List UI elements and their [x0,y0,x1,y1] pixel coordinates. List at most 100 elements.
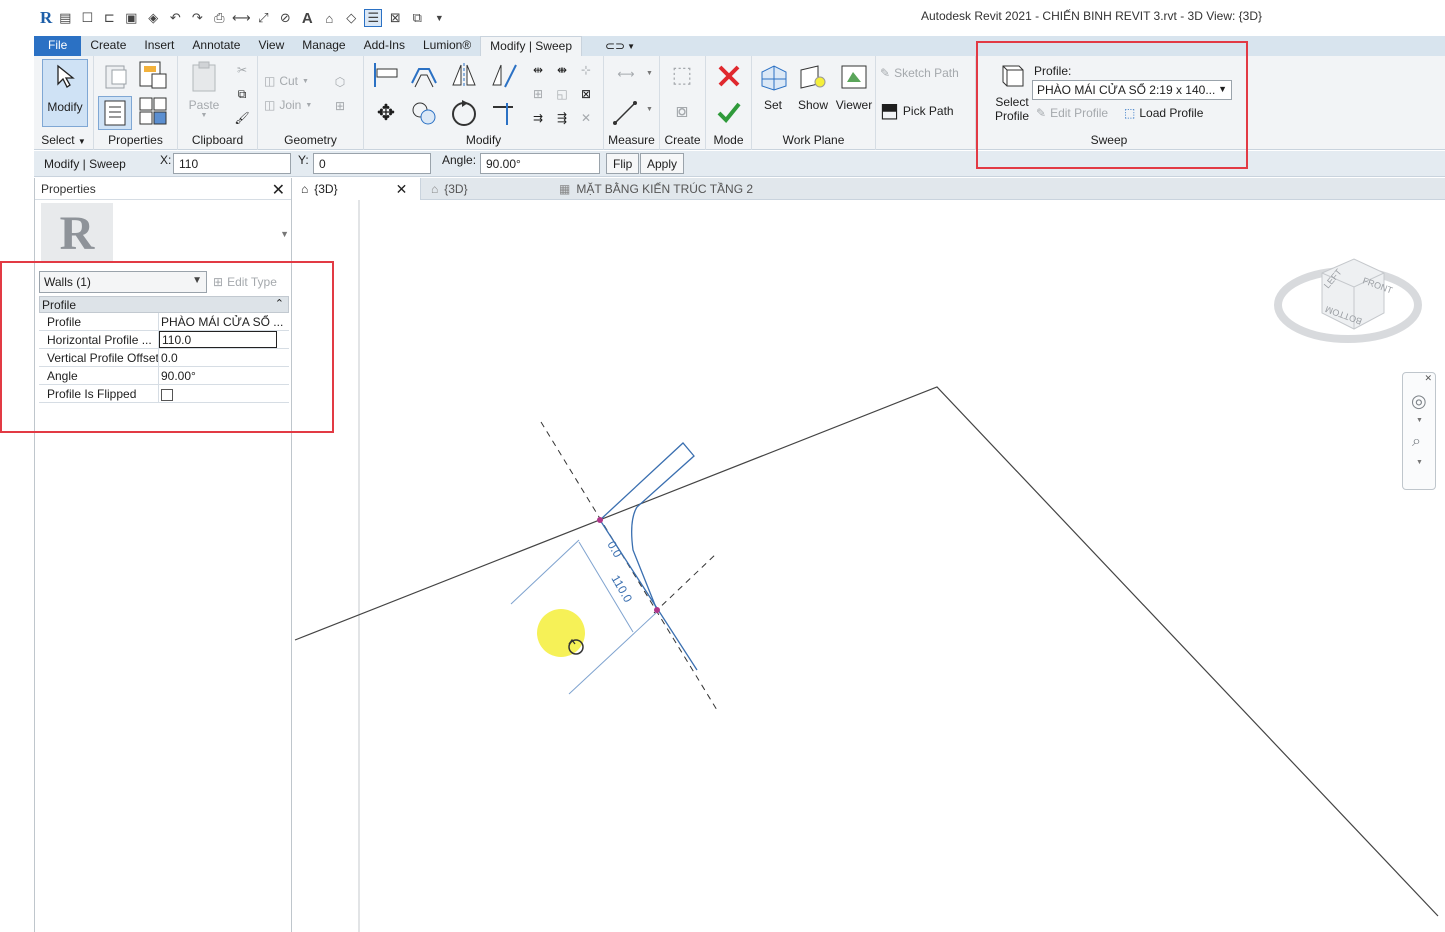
select-profile-button[interactable]: Select Profile [990,58,1034,123]
pick-path-button[interactable]: ⬒ Pick Path [880,98,954,123]
property-value[interactable] [159,385,289,402]
mirror-axis-icon[interactable] [448,60,480,90]
app-logo-icon[interactable]: R [40,8,52,28]
tab-insert[interactable]: Insert [135,36,183,56]
tab-lumion[interactable]: Lumion® [414,36,480,56]
paste-button[interactable]: Paste ▼ [184,60,224,119]
property-group-profile[interactable]: Profile ⌃ [39,296,289,313]
property-row-angle[interactable]: Angle 90.00° [39,367,289,385]
cancel-edit-icon[interactable] [714,62,744,90]
chevron-down-icon[interactable]: ▼ [1416,417,1423,424]
home-icon[interactable]: ▤ [56,9,74,27]
move-icon[interactable]: ✥ [370,98,402,128]
show-workplane-button[interactable]: Show [794,60,832,112]
wall-path-line[interactable] [294,386,1439,917]
cut-icon[interactable]: ✂ [232,60,252,80]
trim-extend-icon[interactable] [488,98,520,128]
match-properties-icon[interactable]: 🖌 [232,108,252,128]
edit-type-button[interactable]: ⊞ Edit Type [213,275,277,289]
tab-view[interactable]: View [249,36,293,56]
ribbon-display-toggle[interactable]: ⊂⊃ ▼ [582,36,644,56]
property-value-input[interactable]: 110.0 [159,331,277,348]
tab-modify-sweep[interactable]: Modify | Sweep [480,36,582,56]
text-icon[interactable]: A [298,9,316,27]
chevron-down-icon[interactable]: ▼ [1416,459,1423,466]
type-properties-icon[interactable] [102,62,132,92]
trim-single-icon[interactable]: ⇶ [552,108,572,128]
open-icon[interactable]: ⊏ [100,9,118,27]
flip-button[interactable]: Flip [606,153,640,174]
profile-dropdown[interactable]: PHÀO MÁI CỬA SỔ 2:19 x 140... ▼ [1032,80,1232,100]
select-panel-label[interactable]: Select ▼ [34,133,93,147]
thin-lines-icon[interactable]: ☰ [364,9,383,27]
split-face-icon[interactable]: ⊞ [330,96,350,116]
sync-icon[interactable]: ◈ [144,9,162,27]
viewcube[interactable]: FRONT LEFT BOTTOM [1272,243,1422,355]
property-value[interactable]: 0.0 [159,349,289,366]
close-icon[interactable]: ✕ [272,180,285,200]
pin-icon[interactable]: ⊹ [576,60,596,80]
profile-flipped-checkbox[interactable] [161,389,173,401]
reference-point[interactable] [597,517,603,523]
angle-input[interactable]: 90.00° [480,153,600,174]
property-row-profile-flipped[interactable]: Profile Is Flipped [39,385,289,403]
family-category-icon[interactable] [138,96,168,126]
offset-icon[interactable] [408,60,440,90]
close-hidden-icon[interactable]: ⊠ [386,9,404,27]
chevron-down-icon[interactable]: ▼ [646,106,653,113]
measure-distance-icon[interactable]: ⟷ [610,64,642,84]
set-workplane-button[interactable]: Set [756,60,790,112]
modify-button[interactable]: Modify [42,59,88,127]
load-profile-button[interactable]: ⬚ Load Profile [1124,106,1203,120]
customize-qat-icon[interactable]: ▼ [430,9,448,27]
apply-button[interactable]: Apply [640,153,685,174]
view-tab-3d[interactable]: ⌂ {3D} [423,178,476,200]
tab-create[interactable]: Create [81,36,135,56]
split-element-icon[interactable]: ⇹ [528,60,548,80]
copy-element-icon[interactable] [408,98,440,128]
save-icon[interactable]: ▣ [122,9,140,27]
join-geometry-button[interactable]: ◫ Join ▼ [264,98,312,112]
dimension-icon[interactable]: ⤢ [254,9,272,27]
zoom-icon[interactable]: ⌕ [1412,433,1421,451]
tag-icon[interactable]: ⊘ [276,9,294,27]
property-value[interactable]: 90.00° [159,367,289,384]
3d-view-icon[interactable]: ⌂ [320,9,338,27]
mirror-draw-icon[interactable] [488,60,520,90]
property-row-horizontal-offset[interactable]: Horizontal Profile ... 110.0 [39,331,289,349]
view-tab-3d-active[interactable]: ⌂ {3D} ✕ [293,178,421,200]
redo-icon[interactable]: ↷ [188,9,206,27]
collapse-icon[interactable]: ⌃ [275,297,284,310]
undo-icon[interactable]: ↶ [166,9,184,27]
x-input[interactable]: 110 [173,153,291,174]
trim-multiple-icon[interactable]: ⇉ [528,108,548,128]
property-row-vertical-offset[interactable]: Vertical Profile Offset 0.0 [39,349,289,367]
array-icon[interactable]: ⊞ [528,84,548,104]
workplane-viewer-button[interactable]: Viewer [834,60,874,112]
aligned-dimension-icon[interactable] [610,98,642,128]
print-icon[interactable]: ⎙ [210,9,228,27]
create-group-icon[interactable]: ⧇ [666,96,698,126]
tab-file[interactable]: File [34,36,82,56]
section-icon[interactable]: ◇ [342,9,360,27]
switch-windows-icon[interactable]: ⧉ [408,9,426,27]
cut-geometry-button[interactable]: ◫ Cut ▼ [264,74,309,88]
copy-icon[interactable]: ⧉ [232,84,252,104]
dimension-text-horizontal[interactable]: 110.0 [608,573,635,606]
finish-edit-icon[interactable] [714,98,744,126]
close-icon[interactable]: ✕ [396,181,408,198]
tab-add-ins[interactable]: Add-Ins [355,36,414,56]
unpin-icon[interactable]: ⊠ [576,84,596,104]
measure-icon[interactable]: ⟷ [232,9,251,27]
property-row-profile[interactable]: Profile PHÀO MÁI CỬA SỔ ... [39,313,289,331]
instance-filter-dropdown[interactable]: Walls (1) ▼ [39,271,207,293]
rotate-icon[interactable] [448,98,480,128]
wall-joins-icon[interactable]: ⬡ [330,72,350,92]
family-types-icon[interactable] [138,60,168,90]
sketch-path-button[interactable]: ✎ Sketch Path [880,66,959,80]
close-icon[interactable]: ✕ [1424,373,1432,384]
align-icon[interactable] [370,60,402,90]
type-selector[interactable]: R ▼ [41,203,291,263]
tab-annotate[interactable]: Annotate [183,36,249,56]
chevron-down-icon[interactable]: ▼ [280,229,289,239]
